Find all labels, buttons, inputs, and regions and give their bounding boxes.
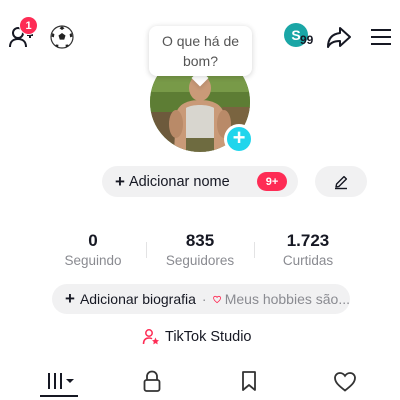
lock-icon	[143, 370, 161, 392]
plus-icon: +	[115, 171, 125, 191]
share-icon	[327, 27, 351, 48]
add-avatar-button[interactable]: +	[224, 124, 254, 154]
add-bio-button[interactable]: + Adicionar biografia · Meus hobbies são…	[52, 284, 350, 314]
followers-stat[interactable]: 835 Seguidores	[150, 231, 250, 268]
heart-outline-icon	[212, 295, 221, 303]
pencil-icon	[335, 175, 348, 189]
plus-icon: +	[65, 289, 75, 308]
tiktok-studio-label: TikTok Studio	[165, 329, 252, 345]
following-stat[interactable]: 0 Seguindo	[43, 231, 143, 268]
tab-liked[interactable]	[331, 368, 359, 394]
active-tab-indicator	[40, 395, 78, 397]
videos-grid-icon	[48, 373, 74, 389]
bookmark-icon	[242, 371, 256, 391]
heart-icon	[334, 371, 356, 392]
stat-divider	[254, 242, 255, 258]
status-bubble[interactable]: O que há de bom?	[149, 26, 252, 76]
add-name-label: Adicionar nome	[128, 173, 230, 190]
creator-studio-icon	[142, 329, 159, 345]
followers-count: 835	[185, 231, 215, 250]
add-bio-label: Adicionar biografia	[79, 291, 196, 307]
tab-videos[interactable]	[45, 368, 77, 394]
bio-separator: ·	[201, 291, 207, 307]
bubble-text-line1: O que há de	[161, 33, 240, 49]
following-label: Seguindo	[64, 253, 122, 268]
coin-count: 99	[300, 33, 314, 47]
likes-label: Curtidas	[282, 253, 334, 268]
soccer-ball-icon	[50, 25, 74, 49]
hamburger-menu-icon	[371, 29, 391, 45]
likes-count: 1.723	[286, 231, 330, 250]
following-count: 0	[88, 231, 98, 250]
tab-private[interactable]	[138, 368, 166, 394]
menu-button[interactable]	[368, 24, 394, 50]
followers-label: Seguidores	[165, 253, 235, 268]
edit-profile-button[interactable]	[315, 166, 367, 197]
share-button[interactable]	[325, 23, 353, 51]
likes-stat[interactable]: 1.723 Curtidas	[258, 231, 358, 268]
tab-saved[interactable]	[235, 368, 263, 394]
stat-divider	[146, 242, 147, 258]
soccer-button[interactable]	[48, 24, 76, 50]
bubble-text-line2: bom?	[182, 53, 219, 69]
friend-requests-badge: 1	[19, 16, 38, 35]
tiktok-studio-link[interactable]: TikTok Studio	[142, 328, 252, 346]
hobbies-hint: Meus hobbies são...	[224, 291, 350, 307]
name-badge: 9+	[257, 172, 287, 191]
